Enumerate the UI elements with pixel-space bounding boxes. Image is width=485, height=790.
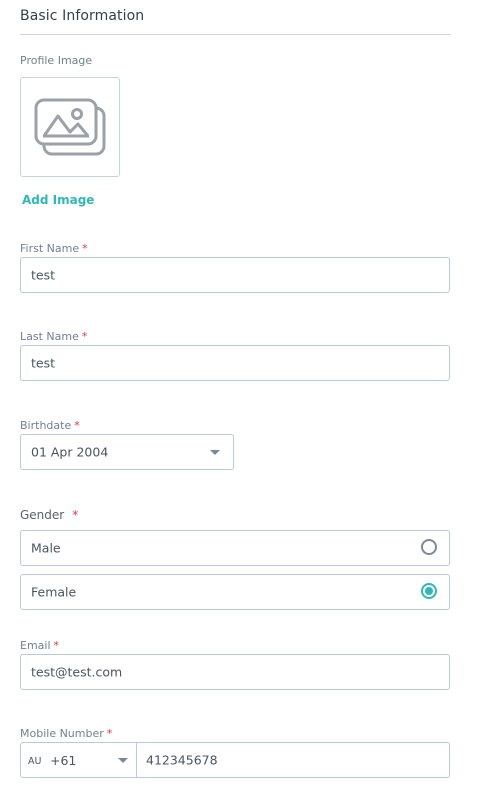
country-code-select[interactable]: AU +61 — [21, 743, 137, 777]
first-name-value: test — [31, 267, 56, 283]
first-name-input[interactable]: test — [20, 257, 450, 293]
profile-image-label: Profile Image — [20, 54, 93, 67]
required-marker: * — [82, 242, 88, 255]
required-marker: * — [81, 330, 88, 343]
required-marker: * — [106, 727, 113, 740]
gender-option-label: Female — [31, 584, 77, 600]
radio-checked-icon[interactable] — [421, 583, 437, 599]
birthdate-value: 01 Apr 2004 — [31, 444, 109, 460]
section-title: Basic Information — [20, 8, 145, 24]
add-image-link[interactable]: Add Image — [22, 193, 94, 207]
gender-option-male[interactable]: Male — [20, 530, 450, 566]
mobile-number-value: 412345678 — [146, 752, 218, 768]
last-name-value: test — [31, 355, 56, 371]
mobile-number-field[interactable]: AU +61 412345678 — [20, 742, 450, 778]
gender-option-female[interactable]: Female — [20, 574, 450, 610]
email-label: Email * — [20, 639, 60, 652]
email-value: test@test.com — [31, 664, 123, 680]
required-marker: * — [53, 639, 60, 652]
radio-unchecked-icon[interactable] — [421, 539, 437, 555]
email-input[interactable]: test@test.com — [20, 654, 450, 690]
birthdate-select[interactable]: 01 Apr 2004 — [20, 434, 234, 470]
first-name-label: First Name * — [20, 242, 88, 255]
dial-code: +61 — [50, 753, 77, 768]
birthdate-label: Birthdate * — [20, 419, 80, 432]
gender-option-label: Male — [31, 540, 61, 556]
image-placeholder-icon — [34, 98, 106, 156]
required-marker: * — [72, 508, 79, 522]
profile-image-placeholder[interactable] — [20, 77, 120, 177]
chevron-down-icon — [210, 450, 220, 455]
mobile-number-label: Mobile Number * — [20, 727, 113, 740]
required-marker: * — [74, 419, 80, 432]
chevron-down-icon — [118, 758, 128, 763]
country-code: AU — [28, 756, 42, 767]
last-name-input[interactable]: test — [20, 345, 450, 381]
section-divider — [20, 34, 450, 35]
last-name-label: Last Name * — [20, 330, 88, 343]
gender-label: Gender * — [20, 508, 79, 522]
